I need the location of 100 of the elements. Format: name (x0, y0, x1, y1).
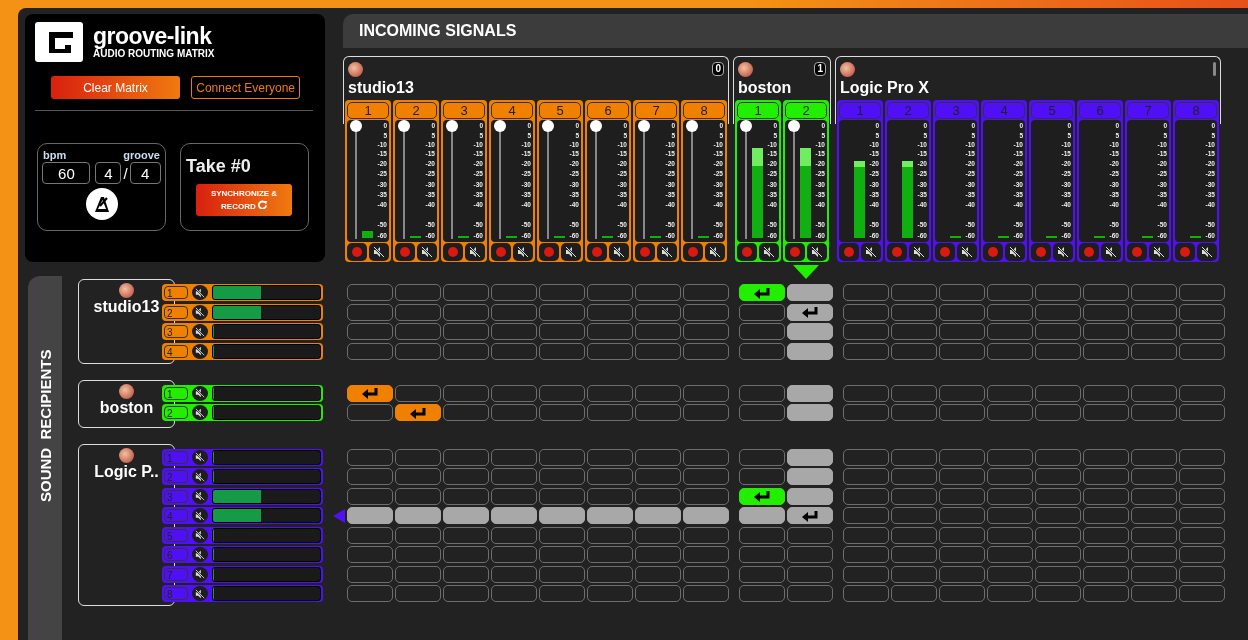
fader-handle[interactable] (638, 120, 650, 132)
matrix-cell[interactable] (843, 323, 889, 340)
mute-button[interactable] (369, 243, 389, 261)
matrix-cell[interactable] (395, 342, 441, 360)
matrix-cell[interactable] (891, 565, 937, 583)
matrix-cell[interactable] (1179, 384, 1225, 402)
matrix-cell[interactable] (739, 448, 785, 466)
matrix-cell[interactable] (987, 303, 1033, 321)
sidebar-tab[interactable]: SOUND RECIPIENTS (28, 276, 62, 640)
matrix-cell[interactable] (635, 448, 681, 466)
matrix-cell[interactable] (635, 585, 681, 602)
matrix-cell[interactable] (1083, 303, 1129, 321)
matrix-cell[interactable] (987, 342, 1033, 360)
matrix-cell[interactable] (1179, 487, 1225, 505)
synchronize-record-button[interactable]: SYNCHRONIZE & RECORD (196, 184, 292, 216)
matrix-cell[interactable] (491, 487, 537, 505)
channel-label[interactable]: 5 (539, 102, 581, 119)
matrix-cell[interactable] (787, 342, 833, 360)
matrix-cell[interactable] (1035, 565, 1081, 583)
output-label[interactable]: 2 (164, 406, 188, 419)
matrix-cell[interactable] (891, 507, 937, 524)
matrix-cell[interactable] (843, 303, 889, 321)
matrix-cell[interactable] (1083, 323, 1129, 340)
clear-matrix-button[interactable]: Clear Matrix (51, 76, 180, 99)
matrix-cell[interactable] (1179, 342, 1225, 360)
record-button[interactable] (587, 243, 607, 261)
matrix-cell[interactable] (843, 526, 889, 544)
channel-label[interactable]: 4 (491, 102, 533, 119)
output-label[interactable]: 3 (164, 325, 188, 338)
matrix-cell[interactable] (843, 546, 889, 563)
matrix-cell[interactable] (395, 468, 441, 485)
mute-button[interactable] (1197, 243, 1217, 261)
mute-button[interactable] (192, 586, 208, 601)
matrix-cell[interactable] (891, 546, 937, 563)
matrix-cell[interactable] (1179, 585, 1225, 602)
matrix-cell[interactable] (443, 526, 489, 544)
matrix-cell[interactable] (787, 303, 833, 321)
matrix-cell[interactable] (1035, 303, 1081, 321)
matrix-cell[interactable] (539, 585, 585, 602)
matrix-cell[interactable] (987, 384, 1033, 402)
mute-button[interactable] (192, 405, 208, 420)
matrix-cell[interactable] (1035, 487, 1081, 505)
channel-label[interactable]: 6 (587, 102, 629, 119)
fader-handle[interactable] (686, 120, 698, 132)
matrix-cell[interactable] (587, 565, 633, 583)
matrix-cell[interactable] (1083, 404, 1129, 421)
matrix-cell[interactable] (1083, 342, 1129, 360)
matrix-cell[interactable] (539, 507, 585, 524)
matrix-cell[interactable] (443, 404, 489, 421)
matrix-cell[interactable] (683, 526, 729, 544)
matrix-cell[interactable] (739, 526, 785, 544)
metronome-icon[interactable] (85, 188, 118, 220)
matrix-cell[interactable] (787, 546, 833, 563)
matrix-cell[interactable] (539, 487, 585, 505)
scrollbar[interactable] (1213, 62, 1216, 76)
matrix-cell[interactable] (739, 342, 785, 360)
mute-button[interactable] (1149, 243, 1169, 261)
matrix-cell[interactable] (491, 404, 537, 421)
matrix-cell[interactable] (843, 404, 889, 421)
matrix-cell[interactable] (395, 284, 441, 301)
matrix-cell[interactable] (683, 323, 729, 340)
matrix-cell[interactable] (587, 303, 633, 321)
matrix-cell[interactable] (491, 585, 537, 602)
matrix-cell[interactable] (443, 384, 489, 402)
channel-label[interactable]: 3 (443, 102, 485, 119)
matrix-cell[interactable] (683, 546, 729, 563)
matrix-cell[interactable] (443, 585, 489, 602)
matrix-cell[interactable] (739, 303, 785, 321)
matrix-cell[interactable] (539, 342, 585, 360)
matrix-cell[interactable] (1083, 585, 1129, 602)
matrix-cell[interactable] (587, 404, 633, 421)
matrix-cell[interactable] (635, 284, 681, 301)
mute-button[interactable] (192, 324, 208, 339)
matrix-cell[interactable] (443, 507, 489, 524)
matrix-cell[interactable] (939, 565, 985, 583)
fader-handle[interactable] (398, 120, 410, 132)
matrix-cell[interactable] (739, 323, 785, 340)
matrix-cell[interactable] (395, 404, 441, 421)
matrix-cell[interactable] (1035, 404, 1081, 421)
matrix-cell[interactable] (1035, 384, 1081, 402)
matrix-cell[interactable] (787, 323, 833, 340)
matrix-cell[interactable] (587, 284, 633, 301)
matrix-cell[interactable] (347, 487, 393, 505)
matrix-cell[interactable] (395, 323, 441, 340)
matrix-cell[interactable] (1083, 384, 1129, 402)
matrix-cell[interactable] (347, 565, 393, 583)
matrix-cell[interactable] (347, 284, 393, 301)
matrix-cell[interactable] (683, 384, 729, 402)
matrix-cell[interactable] (539, 526, 585, 544)
matrix-cell[interactable] (1035, 526, 1081, 544)
matrix-cell[interactable] (395, 487, 441, 505)
record-button[interactable] (635, 243, 655, 261)
matrix-cell[interactable] (891, 303, 937, 321)
matrix-cell[interactable] (1035, 323, 1081, 340)
matrix-cell[interactable] (539, 384, 585, 402)
fader-handle[interactable] (542, 120, 554, 132)
matrix-cell[interactable] (739, 565, 785, 583)
matrix-cell[interactable] (539, 404, 585, 421)
matrix-cell[interactable] (683, 404, 729, 421)
matrix-cell[interactable] (539, 468, 585, 485)
